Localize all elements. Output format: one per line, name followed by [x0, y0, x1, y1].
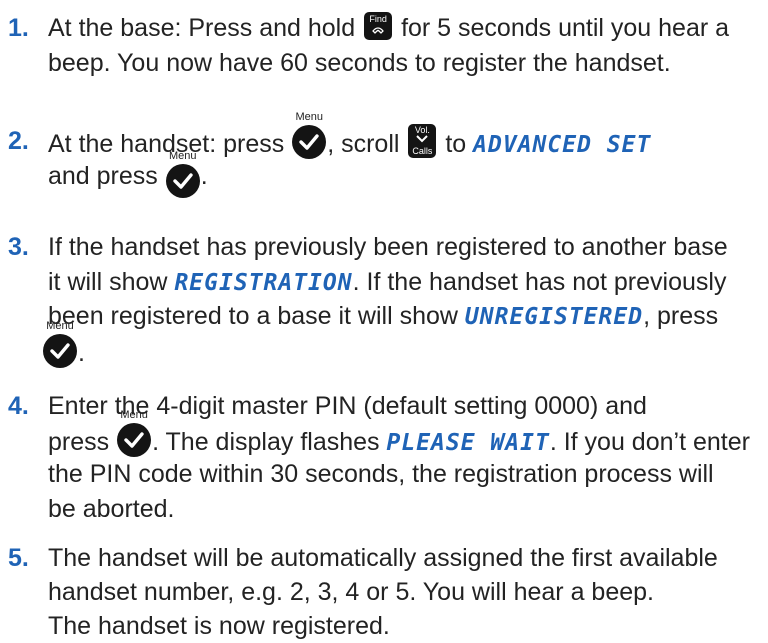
step-number: 4.: [8, 392, 29, 420]
step-number: 3.: [8, 233, 29, 261]
step-4-line-2: press Menu . The display flashes PLEASE …: [48, 409, 750, 457]
handset-icon: [372, 27, 384, 34]
step-number: 1.: [8, 14, 29, 42]
display-text: ADVANCED SET: [473, 132, 652, 158]
step-5-line-2: handset number, e.g. 2, 3, 4 or 5. You w…: [48, 578, 654, 606]
vol-down-calls-key-icon: Vol. Calls: [408, 124, 437, 158]
step-number: 5.: [8, 544, 29, 572]
step-3-line-3: been registered to a base it will show U…: [48, 302, 719, 330]
menu-button-icon: Menu: [292, 111, 327, 159]
step-4-line-3: the PIN code within 30 seconds, the regi…: [48, 460, 714, 488]
check-icon: [299, 134, 319, 150]
check-icon: [173, 173, 193, 189]
step-5-line-1: The handset will be automatically assign…: [48, 544, 718, 572]
chevron-down-icon: [416, 135, 429, 143]
menu-button-icon: Menu: [117, 409, 152, 457]
menu-button-icon: Menu: [43, 320, 77, 368]
step-4-line-4: be aborted.: [48, 495, 175, 523]
menu-button-icon: Menu: [165, 150, 200, 198]
display-text: PLEASE WAIT: [386, 430, 550, 456]
step-1-line-1: At the base: Press and hold Find for 5 s…: [48, 12, 730, 42]
step-1-line-2: beep. You now have 60 seconds to registe…: [48, 49, 671, 77]
step-3-line-2: it will show REGISTRATION. If the handse…: [48, 268, 727, 296]
step-2-line-2: and press Menu .: [48, 150, 208, 198]
step-5-line-3: The handset is now registered.: [48, 612, 390, 640]
check-icon: [124, 432, 144, 448]
find-key-icon: Find: [364, 12, 393, 40]
step-3-line-1: If the handset has previously been regis…: [48, 233, 728, 261]
step-number: 2.: [8, 127, 29, 155]
check-icon: [50, 343, 70, 359]
step-3-line-4: Menu .: [42, 320, 85, 370]
display-text: UNREGISTERED: [464, 304, 644, 330]
step-2-line-1: At the handset: press Menu , scroll Vol.…: [48, 111, 652, 159]
display-text: REGISTRATION: [174, 270, 353, 296]
